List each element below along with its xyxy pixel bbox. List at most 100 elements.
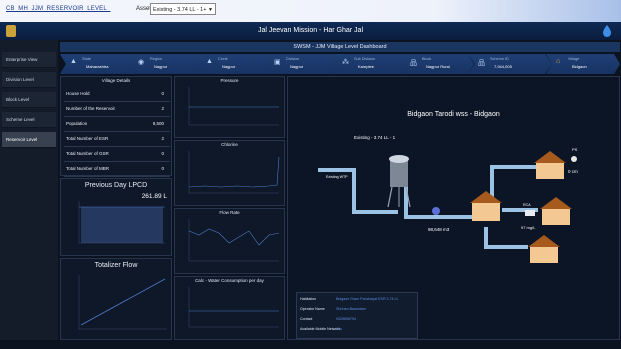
site-info-panel: Habitation Bidgaon Gram Panchayat ESR 3.… (296, 292, 418, 339)
sidebar-item-reservoir-level[interactable]: Reservoir Level (2, 132, 56, 148)
row-value: 0 (161, 151, 164, 156)
sidebar-item-scheme-level[interactable]: Scheme Level (2, 112, 56, 128)
house-icon (534, 151, 566, 179)
row-value: 2 (161, 136, 164, 141)
hierarchy-icon: 品 (410, 60, 417, 67)
info-value: Bidgaon Gram Panchayat ESR 3.74 LL (336, 297, 399, 301)
hierarchy-scheme-id: 品 Scheme ID 7,944,005 (468, 54, 552, 74)
chlorine-label: RCA (523, 203, 531, 207)
row-value: 0 (161, 166, 164, 171)
chlorine-chart (188, 151, 280, 194)
hierarchy-label: Block (422, 57, 432, 61)
hierarchy-label: Village (568, 57, 580, 61)
hierarchy-label: State (82, 57, 91, 61)
app-header: Jal Jeevan Mission - Har Ghar Jal (0, 22, 621, 40)
house-icon (528, 235, 560, 263)
info-row: Habitation Bidgaon Gram Panchayat ESR 3.… (300, 297, 414, 307)
app-title: Jal Jeevan Mission - Har Ghar Jal (257, 27, 364, 34)
asset-select[interactable]: Existing - 3.74 LL - 1+ ▼ (150, 3, 216, 15)
hierarchy-label: Scheme ID (490, 57, 509, 61)
wtp-label: Existing WTP (326, 175, 348, 179)
location-pin-icon: ◉ (138, 59, 145, 66)
lpcd-title: Previous Day LPCD (84, 182, 148, 189)
panel-title: Pressure (220, 78, 239, 83)
info-key: Habitation (300, 297, 317, 301)
consumption-chart (188, 287, 279, 328)
row-key: House Hold (66, 91, 90, 96)
water-drop-logo-icon (603, 25, 611, 37)
network-icon: ⁂ (342, 59, 349, 66)
pressure-sensor-icon (571, 156, 577, 162)
hierarchy-value: Kamptee (358, 64, 375, 69)
row-key: Number of the Reservoir (66, 106, 116, 111)
asset-select-value: Existing - 3.74 LL - 1+ (153, 7, 207, 13)
hierarchy-value: 7,944,005 (494, 64, 512, 69)
flow-value: 98,648 m3 (428, 227, 450, 232)
village-icon: ⌂ (556, 58, 561, 65)
hierarchy-region: ◉ Region Nagpur (128, 54, 202, 74)
hierarchy-value: Nagpur (222, 64, 236, 69)
table-row: Total Number of GSR 0 (64, 146, 170, 162)
hierarchy-value: Nagpur (290, 64, 304, 69)
sidebar-item-enterprise-view[interactable]: Enterprise View (2, 52, 56, 68)
village-details-panel: Village Details House Hold 0 Number of t… (60, 76, 172, 177)
hierarchy-value: Nagpur (154, 64, 168, 69)
hierarchy-sub-division: ⁂ Sub Division Kamptee (332, 54, 406, 74)
info-value: 9325698794 (336, 317, 356, 321)
hierarchy-label: Region (150, 57, 163, 61)
flow-rate-chart (188, 219, 280, 262)
info-key: Contact (300, 317, 313, 321)
info-value: Shriram Basantare (336, 307, 366, 311)
info-row: Contact 9325698794 (300, 317, 414, 327)
hierarchy-division: ▣ Division Nagpur (264, 54, 338, 74)
panel-title: Flow Rate (219, 210, 240, 215)
hierarchy-icon: 品 (478, 60, 485, 67)
hierarchy-block: 品 Block Nagpur Rural (400, 54, 474, 74)
hierarchy-value: Bidgaon (572, 64, 587, 69)
chlorine-analyzer-icon (525, 210, 535, 216)
hierarchy-value: Maharashtra (86, 64, 109, 69)
chlorine-chart-panel: Chlorine (174, 140, 285, 206)
panel-title: Chlorine (221, 142, 238, 147)
sidebar: Enterprise View Division Level Block Lev… (0, 40, 58, 340)
row-value: 9,500 (152, 121, 164, 126)
info-key: Operator Name (300, 307, 325, 311)
hierarchy-circle: ▲ Circle Nagpur (196, 54, 270, 74)
map-icon: ▲ (70, 58, 77, 65)
hierarchy-label: Circle (218, 57, 228, 61)
map-icon: ▲ (206, 58, 213, 65)
totalizer-title: Totalizer Flow (94, 262, 138, 269)
flow-meter-icon (432, 207, 440, 215)
panel-title: Calc - Water Consumption per day (195, 278, 264, 283)
info-key: Available Mobile Network (300, 327, 341, 331)
info-value: Yes (336, 327, 342, 331)
house-icon (470, 191, 502, 221)
top-bar: CB_MH_JJM_RESERVOIR_LEVEL_ Asset: Existi… (0, 0, 621, 23)
dashboard-title: SWSM - JJM Village Level Dashboard (60, 42, 620, 52)
hierarchy-state: ▲ State Maharashtra (60, 54, 134, 74)
lpcd-panel: Previous Day LPCD 261.89 L (60, 178, 172, 256)
sidebar-item-block-level[interactable]: Block Level (2, 92, 56, 108)
report-breadcrumb[interactable]: CB_MH_JJM_RESERVOIR_LEVEL_ (6, 6, 110, 12)
chevron-down-icon: ▼ (208, 7, 213, 13)
table-row: Population 9,500 (64, 116, 170, 132)
emblem-logo-icon (6, 25, 16, 37)
info-row: Operator Name Shriram Basantare (300, 307, 414, 317)
row-key: Population (66, 121, 88, 126)
totalizer-panel: Totalizer Flow (60, 258, 172, 340)
pressure-chart (188, 87, 279, 126)
table-row: Number of the Reservoir 2 (64, 101, 170, 117)
row-key: Total Number of ESR (66, 136, 109, 141)
table-row: Total Number of ESR 2 (64, 131, 170, 147)
pressure-chart-panel: Pressure (174, 76, 285, 138)
chlorine-value: 97 mg/L (521, 225, 536, 230)
row-key: Total Number of MBR (66, 166, 110, 171)
sidebar-item-division-level[interactable]: Division Level (2, 72, 56, 88)
totalizer-line-chart (78, 275, 167, 330)
hierarchy-value: Nagpur Rural (426, 64, 450, 69)
table-row: House Hold 0 (64, 86, 170, 102)
panel-title: Village Details (101, 78, 131, 83)
hierarchy-label: Sub Division (354, 57, 376, 61)
table-row: Total Number of MBR 0 (64, 161, 170, 177)
lpcd-bar-chart (78, 201, 165, 244)
